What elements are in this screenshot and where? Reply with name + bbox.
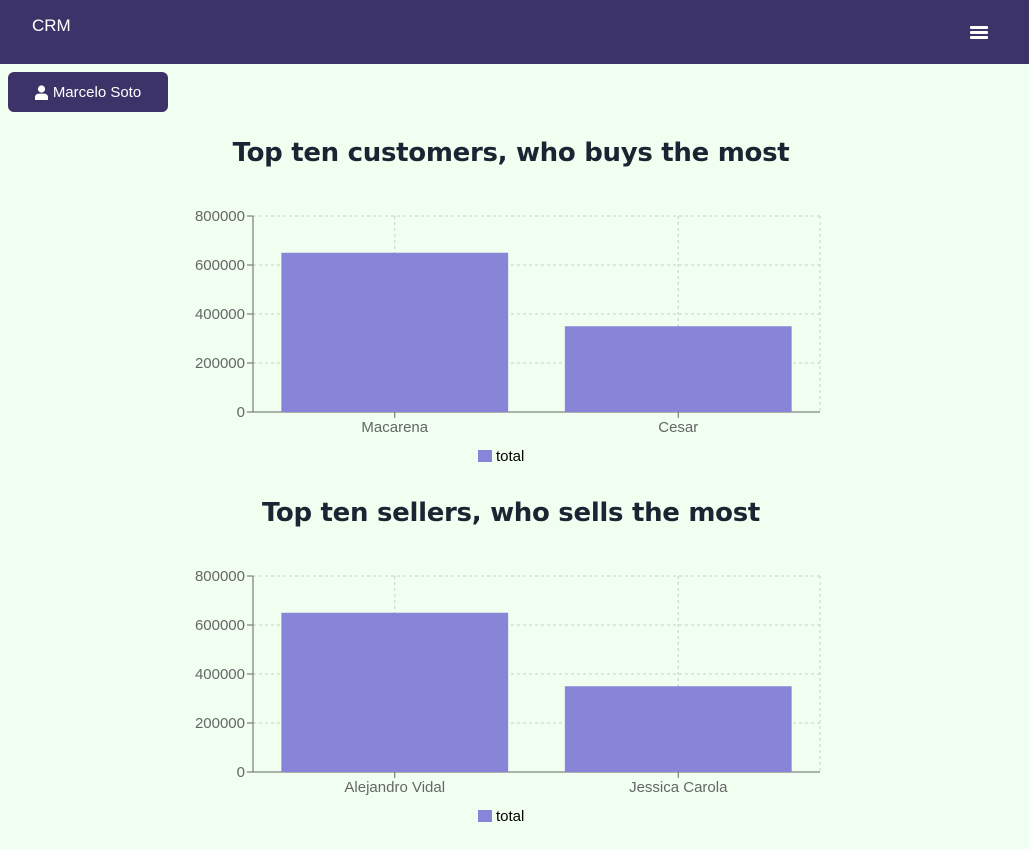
chart-title-sellers: Top ten sellers, who sells the most (261, 498, 761, 528)
y-tick-label: 0 (237, 404, 245, 421)
customers-bar-chart: 0200000400000600000800000 Macarena Cesar … (195, 208, 821, 465)
y-tick-label: 200000 (195, 355, 245, 372)
hamburger-menu-icon[interactable] (964, 20, 994, 44)
x-tick-label: Cesar (658, 419, 698, 436)
bar-macarena[interactable] (281, 252, 509, 412)
y-tick-label: 0 (237, 764, 245, 781)
user-icon (34, 84, 48, 100)
top-navbar: CRM (0, 0, 1029, 64)
x-tick-label: Alejandro Vidal (344, 779, 445, 796)
chart-title-customers: Top ten customers, who buys the most (232, 138, 790, 168)
y-tick-label: 800000 (195, 208, 245, 225)
user-name: Marcelo Soto (52, 83, 142, 101)
y-tick-label: 400000 (195, 306, 245, 323)
y-tick-label: 400000 (195, 666, 245, 683)
y-tick-label: 600000 (195, 257, 245, 274)
legend-label: total (496, 808, 524, 825)
brand-link[interactable]: CRM (32, 16, 71, 36)
legend-swatch (478, 450, 492, 462)
bar-jessica-carola[interactable] (564, 686, 792, 772)
x-tick-label: Jessica Carola (629, 779, 728, 796)
legend-label: total (496, 448, 524, 465)
y-tick-label: 600000 (195, 617, 245, 634)
bar-alejandro-vidal[interactable] (281, 612, 509, 772)
user-profile-button[interactable]: Marcelo Soto (8, 72, 168, 112)
legend-swatch (478, 810, 492, 822)
bar-cesar[interactable] (564, 326, 792, 412)
x-tick-label: Macarena (361, 419, 428, 436)
sellers-bar-chart: 0 200000 400000 600000 800000 Alejandro Vida… (195, 568, 821, 825)
y-tick-label: 800000 (195, 568, 245, 585)
y-tick-label: 200000 (195, 715, 245, 732)
